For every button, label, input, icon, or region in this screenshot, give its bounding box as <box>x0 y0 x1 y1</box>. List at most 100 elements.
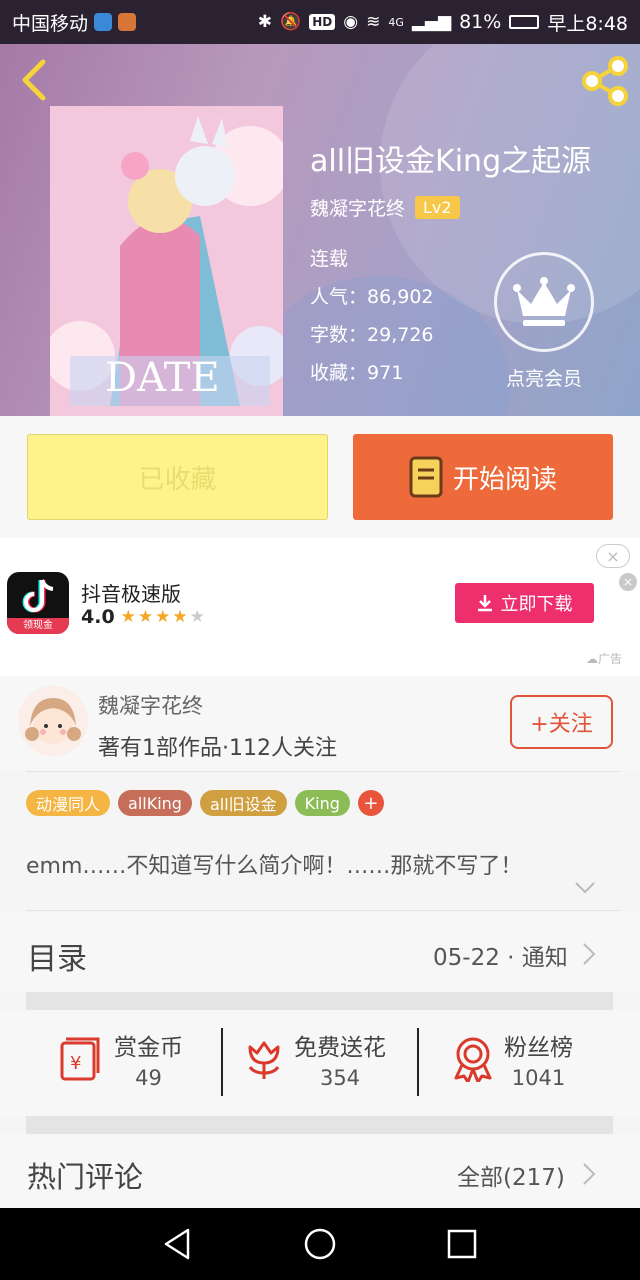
status-bar: 中国移动 ✱ 🔕 HD ◉ ≋ 4G ▂▄▆ 81% 早上8:48 <box>0 0 640 44</box>
catalog-row[interactable]: 目录 05-22 · 通知 <box>0 912 640 992</box>
follow-button[interactable]: +关注 <box>510 695 613 749</box>
nav-home-icon[interactable] <box>302 1226 338 1262</box>
send-flower-button[interactable]: 免费送花 354 <box>244 1028 386 1090</box>
author-row: 魏凝字花终 Lv2 <box>310 194 460 221</box>
word-count-value: 29,726 <box>367 324 434 346</box>
nav-recents-icon[interactable] <box>444 1226 480 1262</box>
ad-banner[interactable]: × × 领现金 抖音极速版 4.0 ★★★★★ 立即下载 ☁广告 <box>0 538 640 676</box>
ad-rating: 4.0 ★★★★★ <box>81 606 207 628</box>
nav-back-icon[interactable] <box>160 1226 196 1262</box>
catalog-update: 05-22 · 通知 <box>433 945 568 971</box>
chevron-down-icon <box>575 882 595 894</box>
reward-coins-count: 49 <box>135 1066 162 1090</box>
ad-tag: ☁广告 <box>586 652 623 666</box>
author-card-stats: 著有1部作品·112人关注 <box>98 736 337 761</box>
ad-close-button[interactable]: × <box>596 544 630 568</box>
divider <box>26 771 620 772</box>
popularity-value: 86,902 <box>367 286 434 308</box>
reward-coins-label: 赏金币 <box>114 1035 183 1061</box>
hot-comments-header[interactable]: 热门评论 全部(217) <box>0 1134 640 1208</box>
ad-download-label: 立即下载 <box>500 594 573 615</box>
book-cover[interactable]: DATE <box>50 106 283 416</box>
bluetooth-icon: ✱ <box>257 12 273 32</box>
vip-button[interactable] <box>494 252 594 352</box>
fan-ranking-label: 粉丝榜 <box>504 1035 573 1061</box>
word-count-stat: 字数：29,726 <box>310 324 434 346</box>
cloud-icon: ☁ <box>586 652 598 666</box>
section-separator <box>26 1116 613 1134</box>
section-separator <box>26 992 613 1010</box>
share-icon <box>582 56 628 106</box>
cover-title-text: DATE <box>105 355 220 401</box>
system-nav-bar <box>0 1208 640 1280</box>
crown-icon <box>513 277 575 326</box>
popularity-stat: 人气：86,902 <box>310 286 434 308</box>
send-flower-label: 免费送花 <box>294 1035 386 1061</box>
tag-item[interactable]: allKing <box>118 790 192 816</box>
favorites-value: 971 <box>367 362 404 384</box>
ad-dismiss-icon[interactable]: × <box>619 573 637 591</box>
start-reading-button[interactable]: 开始阅读 <box>353 434 613 520</box>
chevron-right-icon <box>583 943 596 965</box>
add-tag-button[interactable]: + <box>357 790 384 816</box>
ad-app-name: 抖音极速版 <box>81 582 181 606</box>
flower-icon <box>248 1041 280 1079</box>
back-button[interactable] <box>14 58 54 102</box>
svg-text:¥: ¥ <box>70 1053 81 1074</box>
tag-item[interactable]: King <box>294 790 350 816</box>
book-title: all旧设金King之起源 <box>310 144 592 179</box>
start-reading-label: 开始阅读 <box>452 464 557 495</box>
vip-label[interactable]: 点亮会员 <box>490 364 598 391</box>
ad-icon-badge: 领现金 <box>7 618 69 634</box>
tag-list: 动漫同人 allKing all旧设金 King + <box>26 790 384 816</box>
avatar[interactable] <box>18 686 88 756</box>
rating-stars-icon: ★★★★★ <box>120 607 207 627</box>
author-card[interactable]: 魏凝字花终 著有1部作品·112人关注 +关注 <box>0 676 640 771</box>
security-app-icon <box>94 13 113 31</box>
mute-icon: 🔕 <box>280 12 302 32</box>
favorites-stat: 收藏：971 <box>310 362 404 384</box>
download-icon <box>477 595 492 612</box>
ad-rating-value: 4.0 <box>81 606 115 628</box>
back-arrow-icon <box>22 59 46 101</box>
level-badge: Lv2 <box>415 196 460 219</box>
book-icon <box>409 456 443 498</box>
red-envelope-icon: ¥ <box>60 1037 100 1081</box>
clock: 早上8:48 <box>547 12 628 35</box>
cover-illustration: DATE <box>50 106 283 416</box>
signal-icon: ▂▄▆ <box>411 12 452 32</box>
send-flower-count: 354 <box>319 1066 361 1090</box>
serial-status: 连载 <box>310 248 349 270</box>
tag-item[interactable]: 动漫同人 <box>26 790 111 816</box>
divider <box>221 1028 223 1096</box>
share-button[interactable] <box>578 56 632 106</box>
medal-icon <box>454 1037 492 1082</box>
chevron-right-icon <box>583 1163 596 1185</box>
app-notification-icon <box>118 13 137 31</box>
carrier-label: 中国移动 <box>12 12 89 35</box>
expand-intro-button[interactable] <box>574 880 596 899</box>
action-bar: 已收藏 开始阅读 <box>0 416 640 538</box>
ad-download-button[interactable]: 立即下载 <box>455 583 594 623</box>
catalog-label: 目录 <box>27 942 87 977</box>
support-bar: ¥ 赏金币 49 免费送花 354 粉丝榜 1041 <box>0 1010 640 1116</box>
wifi-icon: ≋ <box>366 12 381 32</box>
reward-coins-button[interactable]: ¥ 赏金币 49 <box>58 1028 183 1090</box>
tag-item[interactable]: all旧设金 <box>199 790 287 816</box>
all-comments-link[interactable]: 全部(217) <box>457 1158 565 1192</box>
eye-comfort-icon: ◉ <box>343 12 359 32</box>
divider <box>26 910 620 911</box>
douyin-app-icon: 领现金 <box>7 572 69 634</box>
network-type: 4G <box>388 15 404 29</box>
divider <box>417 1028 419 1096</box>
fan-ranking-button[interactable]: 粉丝榜 1041 <box>452 1028 573 1090</box>
collected-button[interactable]: 已收藏 <box>27 434 328 520</box>
book-header: DATE all旧设金King之起源 魏凝字花终 Lv2 连载 人气：86,90… <box>0 44 640 416</box>
battery-percent: 81% <box>459 11 502 33</box>
hd-icon: HD <box>309 14 336 30</box>
hot-comments-label: 热门评论 <box>27 1160 144 1194</box>
fan-ranking-count: 1041 <box>511 1066 566 1090</box>
author-name[interactable]: 魏凝字花终 <box>310 194 405 221</box>
author-card-name: 魏凝字花终 <box>98 694 203 718</box>
battery-icon <box>509 15 540 29</box>
